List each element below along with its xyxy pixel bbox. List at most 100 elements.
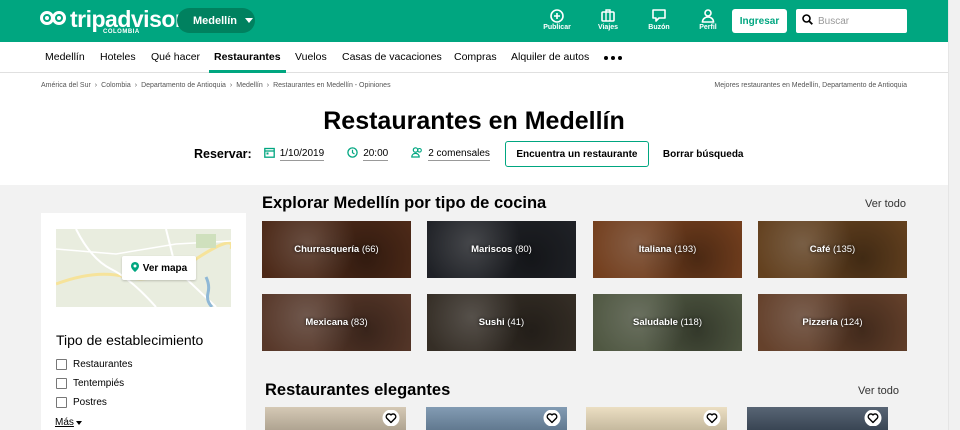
search-input[interactable] bbox=[818, 15, 898, 27]
cuisine-tile[interactable]: Mariscos (80) bbox=[427, 221, 576, 278]
page-header: América del Sur › Colombia › Departament… bbox=[0, 73, 948, 185]
logo-country: COLOMBIA bbox=[103, 29, 140, 35]
filter-snacks[interactable]: Tentempiés bbox=[56, 378, 124, 389]
cuisine-name: Italiana bbox=[638, 244, 672, 255]
cuisine-tile[interactable]: Saludable (118) bbox=[593, 294, 742, 351]
view-map-button[interactable]: Ver mapa bbox=[122, 256, 196, 280]
cuisine-name: Saludable bbox=[633, 317, 678, 328]
guests-picker[interactable]: 2 comensales bbox=[411, 147, 490, 161]
chevron-down-icon bbox=[245, 18, 254, 23]
cuisine-tile[interactable]: Pizzería (124) bbox=[758, 294, 907, 351]
find-restaurant-button[interactable]: Encuentra un restaurante bbox=[504, 141, 649, 167]
cuisine-count: (193) bbox=[674, 244, 697, 255]
profile-button[interactable]: Perfil bbox=[688, 8, 728, 31]
inbox-label: Buzón bbox=[648, 24, 670, 31]
clear-search-button[interactable]: Borrar búsqueda bbox=[663, 149, 744, 160]
profile-label: Perfil bbox=[699, 24, 717, 31]
restaurant-card[interactable] bbox=[747, 407, 888, 430]
breadcrumb-separator-icon: › bbox=[229, 82, 233, 89]
breadcrumb-separator-icon: › bbox=[134, 82, 138, 89]
calendar-icon bbox=[263, 147, 275, 161]
clock-icon bbox=[347, 147, 358, 161]
nav-item-vacation-rentals[interactable]: Casas de vacaciones bbox=[342, 42, 442, 73]
map-preview[interactable]: Ver mapa bbox=[56, 229, 231, 307]
nav-item-things-to-do[interactable]: Qué hacer bbox=[151, 42, 200, 73]
cuisine-count: (118) bbox=[680, 317, 702, 328]
time-value: 20:00 bbox=[363, 147, 389, 161]
restaurant-card[interactable] bbox=[586, 407, 727, 430]
cuisine-tile-label: Sushi (41) bbox=[479, 317, 524, 328]
restaurant-card[interactable] bbox=[265, 407, 406, 430]
filter-label: Restaurantes bbox=[73, 359, 133, 370]
cuisine-tile-label: Saludable (118) bbox=[633, 317, 702, 328]
cuisine-tile[interactable]: Sushi (41) bbox=[427, 294, 576, 351]
time-picker[interactable]: 20:00 bbox=[347, 147, 389, 161]
breadcrumb-item[interactable]: Medellín bbox=[236, 82, 262, 89]
main-nav: Medellín Hoteles Qué hacer Restaurantes … bbox=[0, 42, 948, 73]
cuisine-tile-label: Café (135) bbox=[810, 244, 855, 255]
cuisine-count: (124) bbox=[840, 317, 863, 328]
show-more-link[interactable]: Más bbox=[55, 417, 82, 428]
elegant-see-all-link[interactable]: Ver todo bbox=[858, 385, 899, 397]
heart-icon[interactable] bbox=[703, 410, 721, 426]
cuisine-tile-label: Italiana (193) bbox=[639, 244, 697, 255]
breadcrumb-description: Mejores restaurantes en Medellín, Depart… bbox=[714, 82, 907, 89]
cuisine-tile[interactable]: Mexicana (83) bbox=[262, 294, 411, 351]
more-dots-icon[interactable] bbox=[604, 56, 622, 60]
people-icon bbox=[411, 147, 423, 161]
cuisine-name: Café bbox=[809, 244, 831, 255]
logo-text: tripadvisor bbox=[70, 6, 184, 32]
filter-restaurants[interactable]: Restaurantes bbox=[56, 359, 132, 370]
nav-item-hotels[interactable]: Hoteles bbox=[100, 42, 136, 73]
nav-item-restaurants[interactable]: Restaurantes bbox=[209, 42, 286, 73]
cuisine-count: (41) bbox=[507, 317, 525, 328]
page-scrollbar[interactable] bbox=[948, 0, 960, 430]
breadcrumb-current: Restaurantes en Medellín - Opiniones bbox=[273, 82, 391, 89]
trips-button[interactable]: Viajes bbox=[588, 8, 628, 31]
breadcrumb-item[interactable]: Colombia bbox=[101, 82, 131, 89]
cuisine-see-all-link[interactable]: Ver todo bbox=[865, 198, 906, 210]
checkbox[interactable] bbox=[56, 397, 67, 408]
date-picker[interactable]: 1/10/2019 bbox=[263, 147, 325, 161]
breadcrumb-item[interactable]: Departamento de Antioquia bbox=[141, 82, 226, 89]
login-button[interactable]: Ingresar bbox=[732, 9, 787, 33]
publish-button[interactable]: Publicar bbox=[537, 8, 577, 31]
cuisine-section-title: Explorar Medellín por tipo de cocina bbox=[262, 194, 547, 212]
page-title: Restaurantes en Medellín bbox=[323, 107, 625, 135]
cuisine-tile[interactable]: Churrasquería (66) bbox=[262, 221, 411, 278]
checkbox[interactable] bbox=[56, 359, 67, 370]
restaurant-card[interactable] bbox=[426, 407, 567, 430]
search-box[interactable] bbox=[796, 9, 907, 33]
nav-item-flights[interactable]: Vuelos bbox=[295, 42, 327, 73]
nav-item-shopping[interactable]: Compras bbox=[454, 42, 497, 73]
breadcrumb-item[interactable]: América del Sur bbox=[41, 82, 91, 89]
breadcrumb-separator-icon: › bbox=[94, 82, 98, 89]
heart-icon[interactable] bbox=[543, 410, 561, 426]
publish-label: Publicar bbox=[543, 24, 571, 31]
cuisine-tile-label: Churrasquería (66) bbox=[294, 244, 378, 255]
inbox-button[interactable]: Buzón bbox=[639, 8, 679, 31]
breadcrumb: América del Sur › Colombia › Departament… bbox=[41, 82, 391, 89]
checkbox[interactable] bbox=[56, 378, 67, 389]
date-value: 1/10/2019 bbox=[279, 147, 325, 161]
cuisine-tile[interactable]: Café (135) bbox=[758, 221, 907, 278]
message-icon bbox=[639, 8, 679, 23]
nav-item-car-rental[interactable]: Alquiler de autos bbox=[511, 42, 589, 73]
trips-label: Viajes bbox=[597, 24, 619, 31]
reservation-label: Reservar: bbox=[194, 147, 252, 161]
show-more-label: Más bbox=[55, 417, 74, 428]
user-icon bbox=[688, 8, 728, 23]
tripadvisor-logo[interactable]: tripadvisor COLOMBIA bbox=[40, 6, 184, 35]
search-icon bbox=[802, 12, 813, 30]
guests-value: 2 comensales bbox=[428, 147, 490, 161]
filter-desserts[interactable]: Postres bbox=[56, 397, 107, 408]
cuisine-tile[interactable]: Italiana (193) bbox=[593, 221, 742, 278]
top-header: tripadvisor COLOMBIA Medellín Publicar V… bbox=[0, 0, 948, 42]
heart-icon[interactable] bbox=[382, 410, 400, 426]
nav-item-medellin[interactable]: Medellín bbox=[45, 42, 85, 73]
cuisine-count: (80) bbox=[514, 244, 532, 255]
cuisine-tile-label: Pizzería (124) bbox=[802, 317, 862, 328]
cuisine-count: (66) bbox=[361, 244, 379, 255]
city-selector[interactable]: Medellín bbox=[177, 8, 255, 33]
heart-icon[interactable] bbox=[864, 410, 882, 426]
